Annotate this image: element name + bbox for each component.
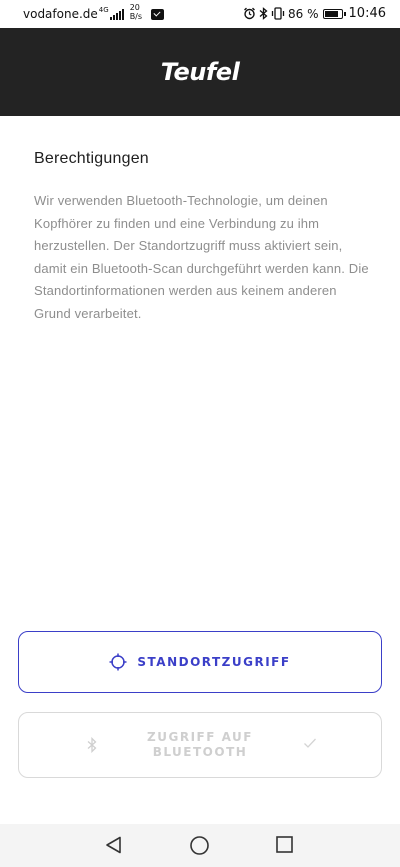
permissions-description: Wir verwenden Bluetooth-Technologie, um … [34,193,369,321]
system-nav-bar [0,824,400,867]
status-bar: vodafone.de 4G 20 B/s 86 % 10:46 [0,0,400,28]
home-circle-icon[interactable] [189,835,210,856]
bluetooth-icon [87,737,97,753]
speed-unit: B/s [129,12,143,21]
carrier-name: vodafone.de [23,7,98,21]
location-access-label: STANDORTZUGRIFF [137,655,291,669]
vibrate-icon [271,7,285,20]
battery-percent: 86 % [288,6,319,21]
network-speed: 20 B/s [130,3,142,21]
bluetooth-icon [259,7,268,20]
speed-value: 20 [129,3,140,12]
bluetooth-access-label: ZUGRIFF AUF BLUETOOTH [147,730,253,759]
bluetooth-access-button[interactable]: ZUGRIFF AUF BLUETOOTH [18,712,382,778]
permissions-content: Berechtigungen Wir verwenden Bluetooth-T… [34,150,374,325]
network-type: 4G [98,6,109,14]
battery-fill [324,10,338,17]
brand-logo: Teufel [160,58,240,86]
status-bar-right: 86 % 10:46 [243,6,386,21]
check-icon [304,738,316,748]
back-triangle-icon[interactable] [104,835,124,855]
clock: 10:46 [348,6,386,21]
location-access-button[interactable]: STANDORTZUGRIFF [18,631,382,693]
location-target-icon [109,653,127,671]
recent-square-icon[interactable] [275,835,294,854]
signal-icon [109,8,125,20]
status-bar-left: vodafone.de 4G 20 B/s [23,3,165,21]
page-title: Berechtigungen [34,150,149,167]
notification-icon [151,8,165,20]
battery-icon [322,8,346,19]
app-header: Teufel [0,28,400,116]
alarm-icon [244,7,255,20]
